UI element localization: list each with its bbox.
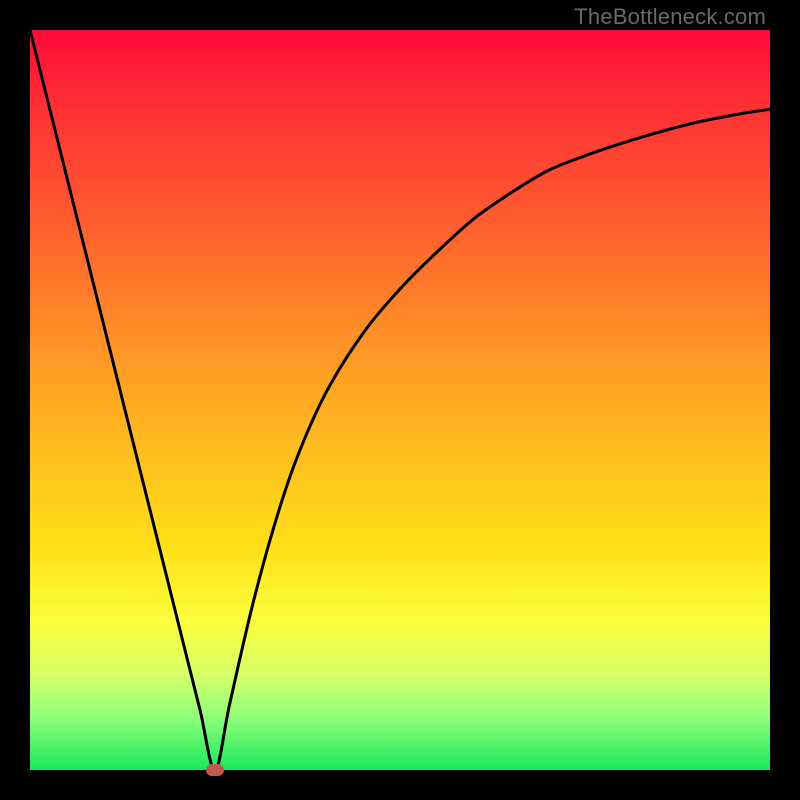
minimum-marker [206, 764, 224, 776]
plot-area [30, 30, 770, 770]
chart-frame: TheBottleneck.com [0, 0, 800, 800]
bottleneck-curve [30, 30, 770, 770]
watermark-text: TheBottleneck.com [574, 4, 766, 30]
